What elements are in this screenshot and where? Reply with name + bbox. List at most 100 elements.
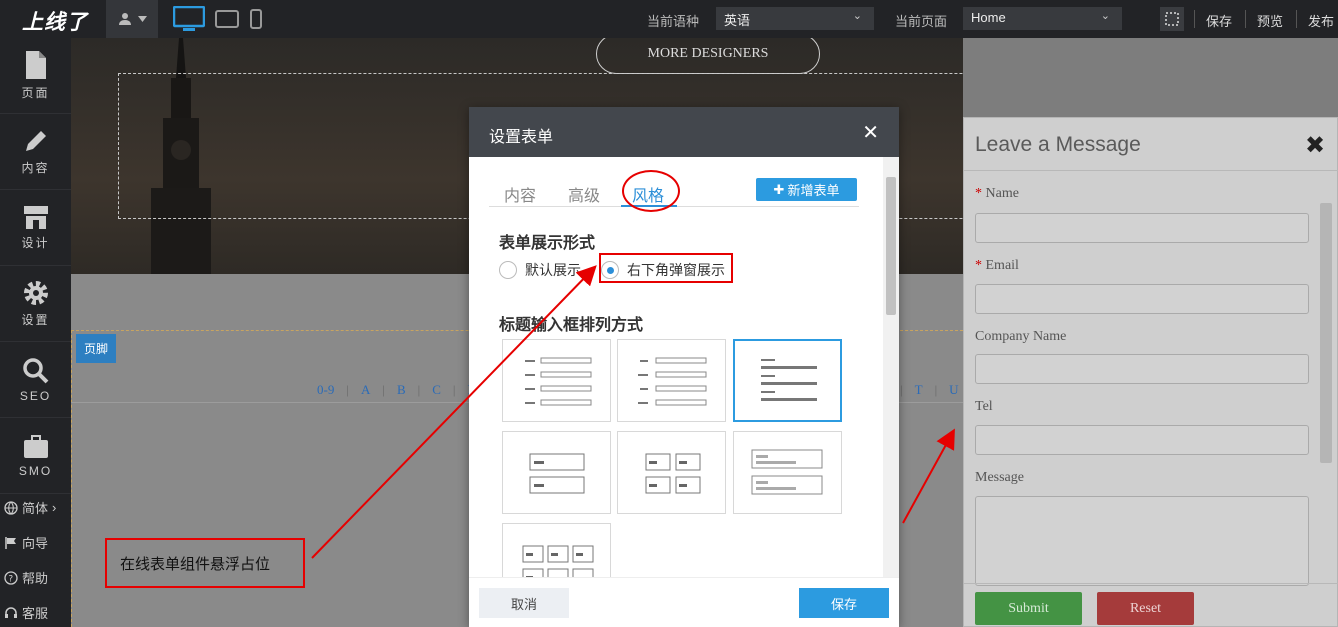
close-icon[interactable]: ✕ [862,120,879,145]
dialog-footer: 取消 保存 [469,577,899,627]
dialog-body: 内容 高级 风格 ✚ 新增表单 表单展示形式 默认展示 右下角弹窗展示 标题输入… [469,157,883,577]
save-button[interactable]: 保存 [1206,11,1232,30]
sidebar-lang-label: 简体 [22,501,49,516]
select-area-button[interactable] [1160,7,1184,31]
layout-preview-icon [761,359,817,401]
tab-advanced[interactable]: 高级 [568,182,600,206]
tel-input[interactable] [975,425,1309,455]
layout-preview-icon [525,357,592,406]
layout-preview-icon [638,357,707,406]
preview-button[interactable]: 预览 [1257,11,1283,30]
briefcase-icon [23,434,48,458]
publish-button[interactable]: 发布 [1308,11,1334,30]
field-label-name: * Name [975,186,1019,201]
sidebar-item-label: 设计 [21,236,50,250]
form-settings-dialog: 设置表单 ✕ 内容 高级 风格 ✚ 新增表单 表单展示形式 默认展示 右下角弹窗… [469,107,899,627]
page-value: Home [971,10,1006,25]
arrange-section-title: 标题输入框排列方式 [499,317,644,334]
alphabet-link[interactable]: U [949,382,958,398]
svg-text:?: ? [8,574,13,584]
name-input[interactable] [975,213,1309,243]
headset-icon [5,606,17,618]
divider [1245,10,1246,28]
radio-default-label: 默认展示 [525,262,581,278]
layout-option-single-column[interactable] [502,431,611,514]
tab-content[interactable]: 内容 [504,182,536,206]
alphabet-index: 0-9| A| B| C| D [317,382,477,398]
language-value: 英语 [724,13,751,28]
company-input[interactable] [975,354,1309,384]
tablet-view-button[interactable] [214,5,240,33]
dialog-title: 设置表单 [489,129,554,146]
more-designers-button[interactable]: MORE DESIGNERS [596,38,820,74]
annotation-callout: 在线表单组件悬浮占位 [105,538,305,588]
sidebar-service-label: 客服 [22,606,49,621]
popup-footer: Submit Reset [964,583,1338,627]
layout-option-right-aligned[interactable] [617,339,726,422]
dialog-scrollbar[interactable] [883,157,899,577]
plus-icon: ✚ [773,181,785,197]
layout-preview-icon [529,453,585,494]
page-select[interactable]: Home ⌄ [963,7,1122,30]
page-icon [25,51,46,79]
sidebar-item-label: SMO [18,463,53,478]
email-input[interactable] [975,284,1309,314]
desktop-icon [173,6,205,31]
alphabet-link[interactable]: A [361,382,370,398]
alphabet-link[interactable]: C [432,382,441,398]
dialog-header: 设置表单 ✕ [469,107,899,157]
layout-option-left-aligned[interactable] [502,339,611,422]
layout-preview-icon [522,545,594,577]
annotation-circle [622,170,680,212]
add-form-button[interactable]: ✚ 新增表单 [756,178,857,201]
crop-icon [1165,12,1179,26]
language-select[interactable]: 英语 ⌄ [716,7,874,30]
footer-tag[interactable]: 页脚 [76,334,116,363]
layout-option-stacked[interactable] [733,339,842,422]
tablet-icon [215,10,239,28]
reset-button[interactable]: Reset [1097,592,1194,625]
sidebar-item-settings[interactable]: 设置 [0,266,71,342]
alphabet-link[interactable]: 0-9 [317,382,334,398]
sidebar-help-label: 帮助 [22,571,49,586]
logo[interactable]: 上线了 [22,6,88,36]
layout-option-inline-label[interactable] [733,431,842,514]
sidebar-guide[interactable]: 向导 [4,533,48,552]
close-icon[interactable]: ✖ [1305,131,1325,160]
scrollbar-thumb[interactable] [886,177,896,315]
divider [1194,10,1195,28]
cancel-button[interactable]: 取消 [479,588,569,618]
chevron-right-icon: › [52,500,57,515]
user-menu-button[interactable] [106,0,158,38]
sidebar-item-label: 页面 [21,86,50,100]
sidebar-item-seo[interactable]: SEO [0,342,71,418]
layout-option-three-column[interactable] [502,523,611,577]
scrollbar-thumb[interactable] [1320,203,1332,463]
field-label-message: Message [975,470,1024,485]
popup-scrollbar[interactable] [1318,183,1334,578]
mobile-icon [250,9,262,29]
sidebar-service[interactable]: 客服 [4,603,48,622]
sidebar-language-switch[interactable]: 简体 › [4,498,56,517]
store-icon [23,206,48,229]
desktop-view-button[interactable] [172,5,206,33]
radio-default[interactable] [499,261,517,279]
sidebar-item-design[interactable]: 设计 [0,190,71,266]
submit-button[interactable]: Submit [975,592,1082,625]
sidebar-item-content[interactable]: 内容 [0,114,71,190]
sidebar-help[interactable]: ? 帮助 [4,568,48,587]
sidebar-item-page[interactable]: 页面 [0,38,71,114]
mobile-view-button[interactable] [248,5,264,33]
layout-option-two-column[interactable] [617,431,726,514]
sidebar-item-smo[interactable]: SMO [0,418,71,494]
alphabet-link[interactable]: T [915,382,923,398]
save-button[interactable]: 保存 [799,588,889,618]
annotation-box [599,253,733,283]
user-icon [118,13,131,25]
message-textarea[interactable] [975,496,1309,586]
caret-down-icon [137,16,147,22]
globe-icon [4,500,18,515]
alphabet-link[interactable]: B [397,382,406,398]
field-label-email: * Email [975,258,1019,273]
sidebar-item-label: 设置 [21,313,50,327]
